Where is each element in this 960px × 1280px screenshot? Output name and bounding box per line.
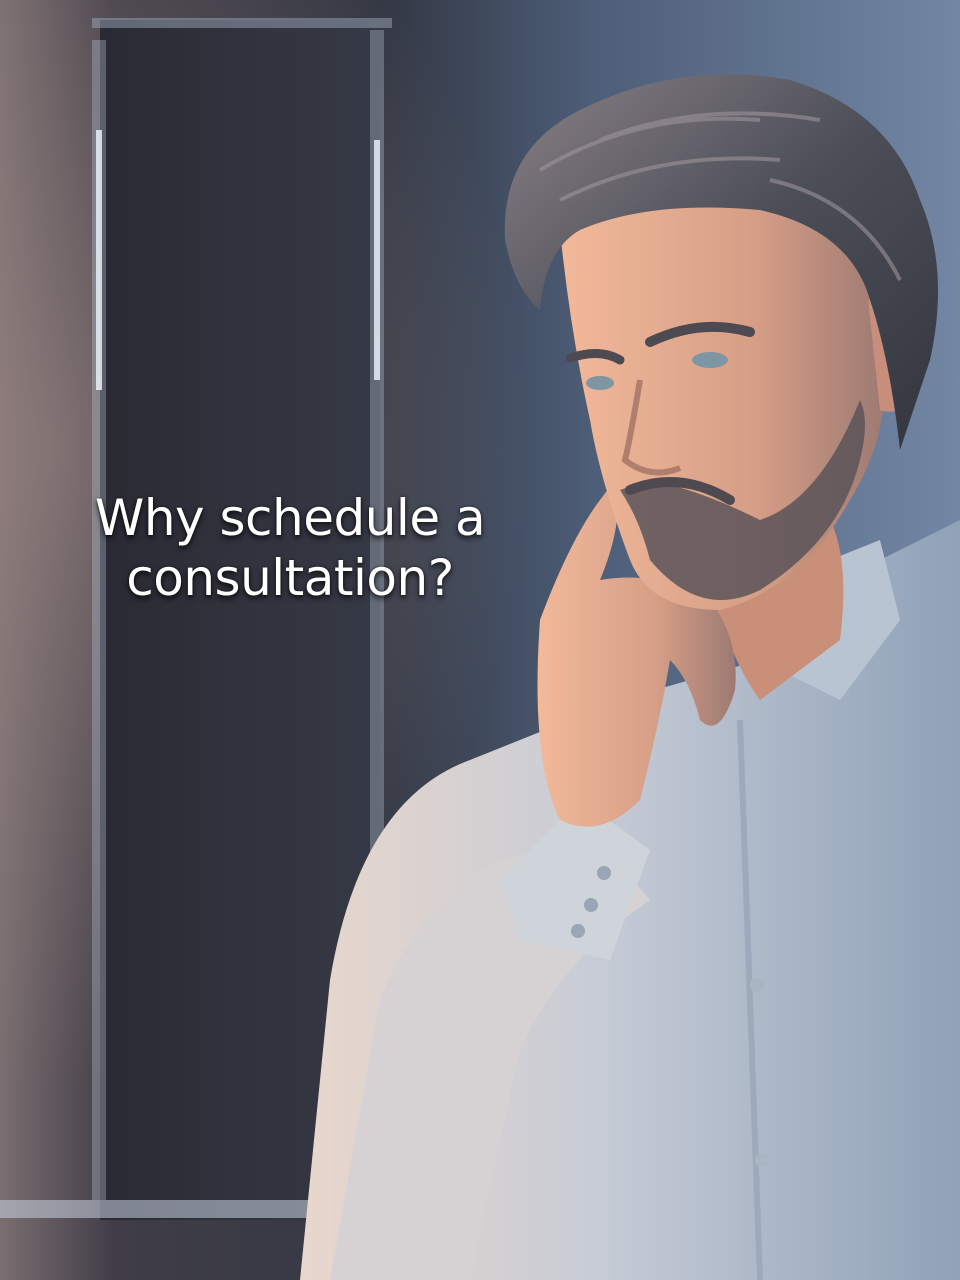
headline-line-1: Why schedule a — [94, 489, 486, 547]
eye-right — [692, 352, 728, 368]
scene: Why schedule a consultation? — [0, 0, 960, 1280]
floor-reflection — [0, 1200, 320, 1218]
cuff-button — [584, 898, 598, 912]
headline-line-2: consultation? — [126, 549, 454, 607]
headline: Why schedule a consultation? — [60, 488, 520, 608]
cuff-button — [571, 924, 585, 938]
eye-left — [586, 376, 614, 390]
panel-top-frame — [92, 18, 392, 28]
cuff-button — [597, 866, 611, 880]
panel-edge-right-highlight — [374, 140, 380, 380]
shirt-button — [755, 1153, 769, 1167]
panel-edge-left-highlight — [96, 130, 102, 390]
illustration — [0, 0, 960, 1280]
shirt-button — [750, 978, 764, 992]
